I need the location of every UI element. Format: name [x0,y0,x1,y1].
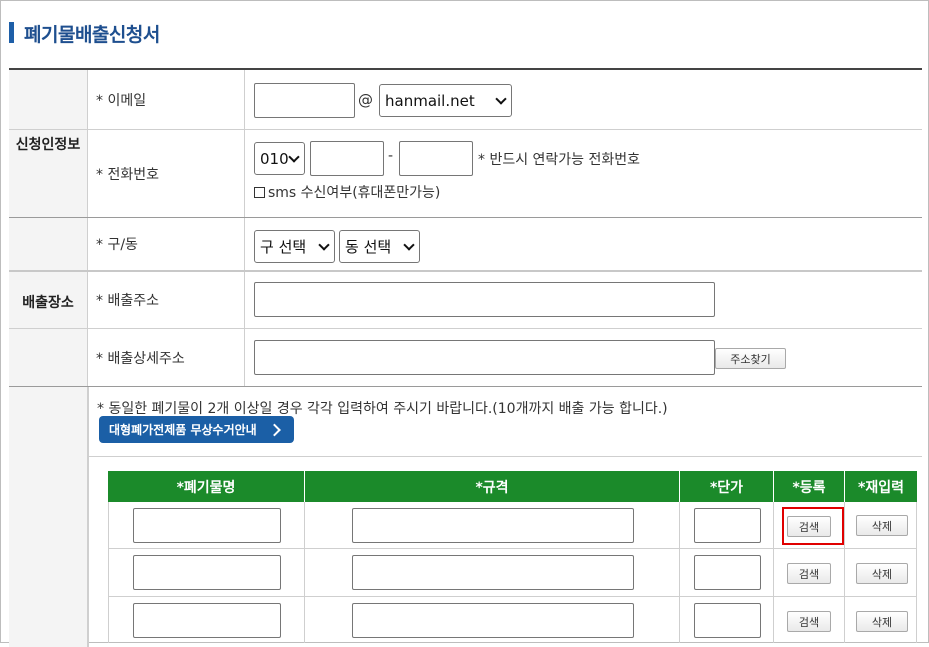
waste-spec-input[interactable] [352,603,634,638]
col-header-spec: *규격 [305,471,680,502]
delete-button[interactable]: 삭제 [856,515,908,536]
row-cell-reenter: 삭제 [845,502,917,549]
col-header-register: *등록 [774,471,845,502]
waste-spec-input[interactable] [352,508,634,543]
checkbox-icon[interactable] [254,186,265,198]
phone-prefix-value: 010 [260,149,289,168]
waste-price-input[interactable] [694,603,761,638]
phone-dash: - [388,148,394,164]
col-header-name: *폐기물명 [108,471,305,502]
waste-inner-divider [89,456,922,457]
delete-button[interactable]: 삭제 [856,563,908,584]
district-row: * 구/동 구 선택 동 선택 [9,218,922,272]
chevron-down-icon [318,238,330,251]
phone-middle-input[interactable] [310,141,384,176]
waste-spec-input[interactable] [352,555,634,590]
section-label-waste [9,387,88,647]
guide-button[interactable]: 대형폐가전제품 무상수거안내 [99,416,294,443]
row-cell-spec [305,597,680,643]
row-cell-register: 검색 [774,549,845,597]
email-domain-value: hanmail.net [385,91,475,110]
detail-address-label: * 배출상세주소 [88,329,245,386]
col-header-reenter: *재입력 [845,471,917,502]
email-domain-select[interactable]: hanmail.net [379,84,512,117]
district-label: * 구/동 [88,218,245,270]
waste-price-input[interactable] [694,508,761,543]
email-cell: @ hanmail.net [246,70,922,129]
title-accent-bar [9,22,14,43]
search-button[interactable]: 검색 [787,611,831,632]
dong-select-value: 동 선택 [345,238,392,256]
phone-cell: 010 - * 반드시 연락가능 전화번호 sms 수신여부(휴대폰만가능) [246,130,922,217]
row-cell-price [680,549,774,597]
phone-note: * 반드시 연락가능 전화번호 [478,152,641,168]
detail-address-input[interactable] [254,340,715,375]
email-local-input[interactable] [254,83,355,118]
row-cell-reenter: 삭제 [845,597,917,643]
phone-label: * 전화번호 [88,130,245,217]
address-input[interactable] [254,282,715,317]
waste-name-input[interactable] [133,508,281,543]
gu-select[interactable]: 구 선택 [254,230,335,263]
search-button[interactable]: 검색 [787,563,831,584]
detail-address-row: * 배출상세주소 주소찾기 [9,329,922,387]
chevron-right-icon [268,423,281,436]
waste-name-input[interactable] [133,555,281,590]
chevron-down-icon [403,238,415,251]
district-cell: 구 선택 동 선택 [246,218,922,270]
row-cell-name [108,549,305,597]
email-row: * 이메일 @ hanmail.net [9,70,922,130]
row-cell-register: 검색 [774,597,845,643]
waste-price-input[interactable] [694,555,761,590]
email-at-sign: @ [358,91,373,109]
guide-button-label: 대형폐가전제품 무상수거안내 [109,423,257,437]
phone-last-input[interactable] [399,141,473,176]
row-cell-name [108,597,305,643]
row-cell-reenter: 삭제 [845,549,917,597]
search-button-highlight [782,507,844,545]
sms-consent: sms 수신여부(휴대폰만가능) [254,182,440,202]
delete-button[interactable]: 삭제 [856,611,908,632]
row-cell-spec [305,549,680,597]
dong-select[interactable]: 동 선택 [339,230,420,263]
chevron-down-icon [495,92,507,105]
row-cell-price [680,502,774,549]
chevron-down-icon [288,150,300,163]
page-title: 폐기물배출신청서 [24,24,160,46]
waste-name-input[interactable] [133,603,281,638]
phone-row: * 전화번호 010 - * 반드시 연락가능 전화번호 sms 수신여부(휴대… [9,130,922,218]
address-label: * 배출주소 [88,272,245,328]
waste-divider [88,387,89,647]
gu-select-value: 구 선택 [260,238,307,256]
email-label: * 이메일 [88,70,245,129]
row-cell-price [680,597,774,643]
application-form: 신청인정보 * 이메일 @ hanmail.net * 전화번호 010 - *… [9,68,922,647]
col-header-price: *단가 [680,471,774,502]
address-cell [246,272,922,328]
detail-address-cell: 주소찾기 [246,329,922,386]
waste-notice: * 동일한 폐기물이 2개 이상일 경우 각각 입력하여 주시기 바랍니다.(1… [97,401,668,417]
sms-checkbox-label: sms 수신여부(휴대폰만가능) [268,185,441,201]
row-cell-spec [305,502,680,549]
phone-prefix-select[interactable]: 010 [254,142,305,175]
find-address-button[interactable]: 주소찾기 [715,348,786,369]
address-row: * 배출주소 [9,272,922,329]
row-cell-name [108,502,305,549]
